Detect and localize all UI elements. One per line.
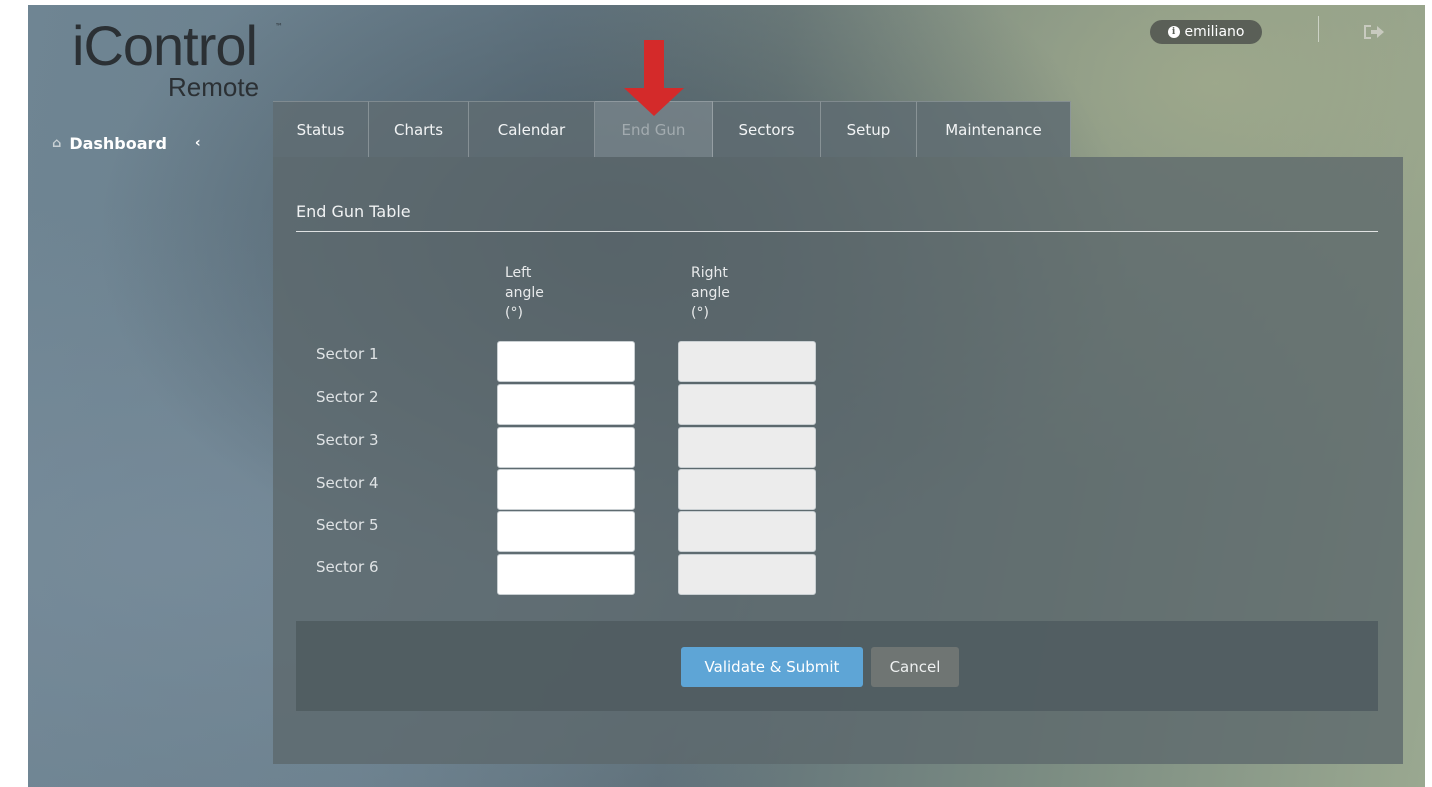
column-header-left-angle: Left angle (°)	[505, 265, 544, 321]
cancel-button[interactable]: Cancel	[871, 647, 959, 687]
header-divider	[1318, 16, 1319, 42]
tab-status[interactable]: Status	[273, 101, 369, 157]
tab-charts[interactable]: Charts	[369, 101, 469, 157]
sector-4-right-angle-input[interactable]	[678, 469, 816, 510]
home-icon: ⌂	[52, 135, 62, 151]
sector-2-right-angle-input[interactable]	[678, 384, 816, 425]
sector-3-right-angle-input[interactable]	[678, 427, 816, 468]
tab-label: Status	[296, 120, 345, 139]
sidebar-item-dashboard[interactable]: ⌂ Dashboard ‹	[52, 132, 201, 154]
tab-maintenance[interactable]: Maintenance	[917, 101, 1071, 157]
sector-5-left-angle-input[interactable]	[497, 511, 635, 552]
row-label-sector-4: Sector 4	[316, 474, 379, 492]
sector-6-left-angle-input[interactable]	[497, 554, 635, 595]
row-label-sector-6: Sector 6	[316, 558, 379, 576]
section-title: End Gun Table	[296, 202, 411, 221]
tab-setup[interactable]: Setup	[821, 101, 917, 157]
column-header-right-angle: Right angle (°)	[691, 265, 730, 321]
row-label-sector-5: Sector 5	[316, 516, 379, 534]
tab-label: Maintenance	[945, 120, 1042, 139]
chevron-left-icon[interactable]: ‹	[195, 135, 201, 151]
sector-6-right-angle-input[interactable]	[678, 554, 816, 595]
logo-subtext: Remote	[168, 72, 260, 102]
username: emiliano	[1184, 24, 1245, 40]
row-label-sector-2: Sector 2	[316, 388, 379, 406]
tab-label: Setup	[846, 120, 891, 139]
user-badge[interactable]: i emiliano	[1150, 20, 1262, 44]
sector-1-left-angle-input[interactable]	[497, 341, 635, 382]
sector-5-right-angle-input[interactable]	[678, 511, 816, 552]
logo-text: iControl	[72, 14, 258, 77]
sector-2-left-angle-input[interactable]	[497, 384, 635, 425]
tab-label: Calendar	[497, 120, 566, 139]
tab-label: Sectors	[738, 120, 795, 139]
sidebar-item-label: Dashboard	[69, 133, 167, 153]
tab-label: End Gun	[621, 120, 686, 139]
sector-3-left-angle-input[interactable]	[497, 427, 635, 468]
tab-label: Charts	[393, 120, 444, 139]
logout-icon[interactable]	[1362, 22, 1388, 42]
row-label-sector-3: Sector 3	[316, 431, 379, 449]
tab-calendar[interactable]: Calendar	[469, 101, 595, 157]
section-divider	[296, 231, 1378, 232]
row-label-sector-1: Sector 1	[316, 345, 379, 363]
logo-trademark: ™	[275, 22, 283, 31]
sector-1-right-angle-input[interactable]	[678, 341, 816, 382]
tab-sectors[interactable]: Sectors	[713, 101, 821, 157]
red-arrow-down-icon	[624, 40, 684, 116]
sector-4-left-angle-input[interactable]	[497, 469, 635, 510]
info-icon: i	[1167, 26, 1180, 38]
validate-submit-button[interactable]: Validate & Submit	[681, 647, 863, 687]
app-logo: iControl ™ Remote	[62, 14, 283, 102]
